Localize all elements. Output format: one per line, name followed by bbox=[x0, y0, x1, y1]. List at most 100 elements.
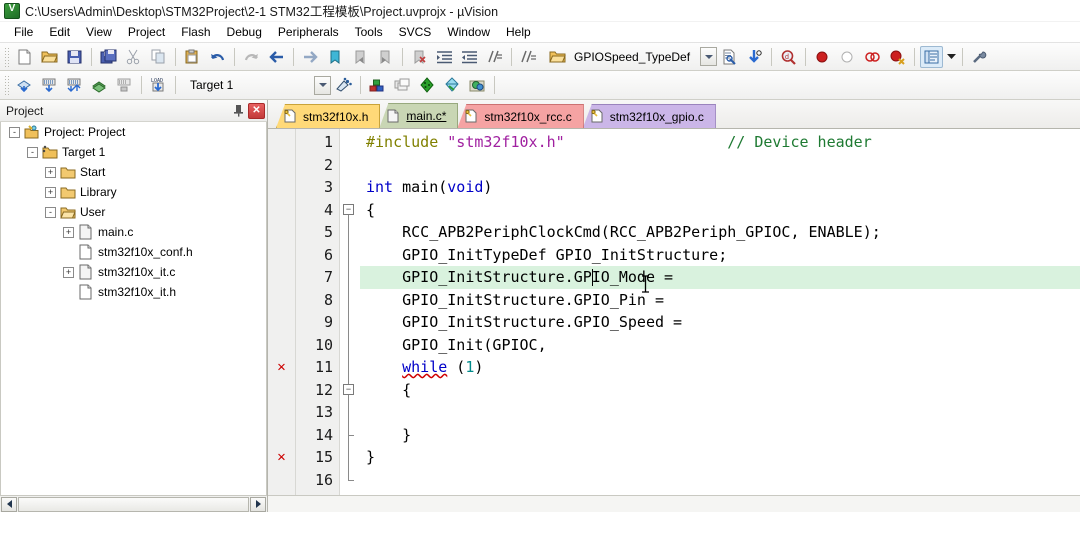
close-icon[interactable]: ✕ bbox=[248, 102, 265, 119]
expand-toggle-icon[interactable]: + bbox=[45, 186, 56, 198]
tree-item-project-project[interactable]: - Project: Project bbox=[1, 122, 266, 142]
redo-icon[interactable] bbox=[240, 46, 263, 68]
pin-icon[interactable] bbox=[230, 103, 246, 119]
editor-tab-stm32f10x-rcc-c[interactable]: stm32f10x_rcc.c bbox=[457, 104, 584, 128]
select-software-packs-icon[interactable] bbox=[466, 74, 489, 96]
menu-item-window[interactable]: Window bbox=[439, 23, 498, 41]
magnifier-icon[interactable]: d bbox=[777, 46, 800, 68]
project-window-icon[interactable] bbox=[920, 45, 943, 68]
toolbar-grip[interactable] bbox=[4, 46, 10, 67]
code-line[interactable]: } bbox=[360, 446, 1080, 469]
tree-item-stm32f10x-it-c[interactable]: + stm32f10x_it.c bbox=[1, 262, 266, 282]
indent-icon[interactable] bbox=[433, 46, 456, 68]
fold-collapse-icon[interactable]: − bbox=[343, 384, 354, 396]
breakpoint-disable-icon[interactable] bbox=[836, 46, 859, 68]
scrollbar-thumb[interactable] bbox=[18, 496, 249, 512]
code-line[interactable]: GPIO_InitStructure.GPIO_Pin = bbox=[360, 289, 1080, 312]
tree-item-stm32f10x-it-h[interactable]: stm32f10x_it.h bbox=[1, 282, 266, 302]
multi-project-icon[interactable] bbox=[391, 74, 414, 96]
scroll-right-icon[interactable] bbox=[250, 496, 266, 512]
save-all-icon[interactable] bbox=[97, 46, 120, 68]
pack-installer-icon[interactable] bbox=[416, 74, 439, 96]
code-line[interactable]: { bbox=[360, 199, 1080, 222]
tree-item-library[interactable]: + Library bbox=[1, 182, 266, 202]
manage-run-time-icon[interactable] bbox=[441, 74, 464, 96]
find-in-files-icon[interactable] bbox=[718, 46, 741, 68]
code-line[interactable] bbox=[360, 401, 1080, 424]
code-line[interactable]: GPIO_Init(GPIOC, bbox=[360, 334, 1080, 357]
bookmark-toggle-icon[interactable] bbox=[324, 46, 347, 68]
navigate-back-icon[interactable] bbox=[265, 46, 288, 68]
typedef-combo[interactable]: GPIOSpeed_TypeDef bbox=[545, 47, 717, 67]
code-line[interactable]: while (1) bbox=[360, 356, 1080, 379]
code-line[interactable]: GPIO_InitStructure.GPIO_Speed = bbox=[360, 311, 1080, 334]
expand-toggle-icon[interactable]: + bbox=[63, 266, 74, 278]
download-icon[interactable]: LOAD bbox=[147, 74, 170, 96]
code-line[interactable]: RCC_APB2PeriphClockCmd(RCC_APB2Periph_GP… bbox=[360, 221, 1080, 244]
code-editor[interactable]: ✕ ✕ 1 2 3 4 5 6 7 8 9 10 11 12 13 14 15 16 − − #include "… bbox=[268, 129, 1080, 495]
code-text[interactable]: #include "stm32f10x.h" // Device header … bbox=[360, 129, 1080, 495]
copy-icon[interactable] bbox=[147, 46, 170, 68]
breakpoint-kill-all-icon[interactable] bbox=[886, 46, 909, 68]
editor-tab-main-c[interactable]: main.c* bbox=[379, 103, 459, 128]
menu-item-flash[interactable]: Flash bbox=[173, 23, 218, 41]
collapse-toggle-icon[interactable]: - bbox=[45, 206, 56, 218]
editor-tab-stm32f10x-gpio-c[interactable]: stm32f10x_gpio.c bbox=[582, 104, 716, 128]
translate-icon[interactable] bbox=[13, 74, 36, 96]
expand-toggle-icon[interactable]: + bbox=[63, 226, 74, 238]
collapse-toggle-icon[interactable]: - bbox=[27, 146, 38, 158]
menu-item-view[interactable]: View bbox=[78, 23, 120, 41]
fold-collapse-icon[interactable]: − bbox=[343, 204, 354, 216]
chevron-down-icon[interactable] bbox=[945, 46, 957, 68]
batch-build-icon[interactable] bbox=[88, 74, 111, 96]
menu-item-svcs[interactable]: SVCS bbox=[391, 23, 440, 41]
menu-item-edit[interactable]: Edit bbox=[41, 23, 78, 41]
bookmark-search-icon[interactable] bbox=[743, 46, 766, 68]
collapse-toggle-icon[interactable]: - bbox=[9, 126, 20, 138]
rebuild-icon[interactable] bbox=[63, 74, 86, 96]
code-line[interactable] bbox=[360, 469, 1080, 492]
editor-tab-stm32f10x-h[interactable]: stm32f10x.h bbox=[276, 104, 381, 128]
expand-toggle-icon[interactable]: + bbox=[45, 166, 56, 178]
tree-item-user[interactable]: - User bbox=[1, 202, 266, 222]
breakpoint-insert-icon[interactable] bbox=[811, 46, 834, 68]
save-icon[interactable] bbox=[63, 46, 86, 68]
bookmark-prev-icon[interactable] bbox=[349, 46, 372, 68]
menu-item-debug[interactable]: Debug bbox=[219, 23, 270, 41]
error-marker-icon[interactable]: ✕ bbox=[268, 356, 295, 379]
stop-build-icon[interactable] bbox=[113, 74, 136, 96]
menu-item-project[interactable]: Project bbox=[120, 23, 173, 41]
menu-item-help[interactable]: Help bbox=[498, 23, 539, 41]
open-file-icon[interactable] bbox=[38, 46, 61, 68]
project-tree[interactable]: - Project: Project - Target 1 + Start + Library… bbox=[0, 122, 267, 495]
editor-hscrollbar[interactable] bbox=[268, 495, 1080, 512]
chevron-down-icon[interactable] bbox=[700, 47, 717, 66]
outdent-icon[interactable] bbox=[458, 46, 481, 68]
scroll-left-icon[interactable] bbox=[1, 496, 17, 512]
menu-item-file[interactable]: File bbox=[6, 23, 41, 41]
chevron-down-icon[interactable] bbox=[314, 75, 331, 95]
navigate-forward-icon[interactable] bbox=[299, 46, 322, 68]
tree-item-start[interactable]: + Start bbox=[1, 162, 266, 182]
code-line[interactable]: { bbox=[360, 379, 1080, 402]
toolbar-grip[interactable] bbox=[4, 75, 10, 95]
menu-item-peripherals[interactable]: Peripherals bbox=[270, 23, 347, 41]
code-line[interactable]: GPIO_InitStructure.GPIO_Mode = bbox=[360, 266, 1080, 289]
manage-project-items-icon[interactable] bbox=[366, 74, 389, 96]
project-hscrollbar[interactable] bbox=[0, 495, 267, 512]
comment-icon[interactable] bbox=[483, 46, 506, 68]
code-line[interactable] bbox=[360, 154, 1080, 177]
uncomment-icon[interactable] bbox=[517, 46, 540, 68]
code-line[interactable]: int main(void) bbox=[360, 176, 1080, 199]
target-combo[interactable]: Target 1 bbox=[186, 74, 356, 96]
target-options-icon[interactable] bbox=[332, 74, 355, 96]
bookmark-next-icon[interactable] bbox=[374, 46, 397, 68]
breakpoint-disable-all-icon[interactable] bbox=[861, 46, 884, 68]
build-icon[interactable] bbox=[38, 74, 61, 96]
fold-gutter[interactable]: − − bbox=[340, 129, 360, 495]
open-folder-icon[interactable] bbox=[546, 46, 569, 68]
paste-icon[interactable] bbox=[181, 46, 204, 68]
menu-item-tools[interactable]: Tools bbox=[347, 23, 391, 41]
cut-icon[interactable] bbox=[122, 46, 145, 68]
code-line[interactable]: #include "stm32f10x.h" // Device header bbox=[360, 131, 1080, 154]
